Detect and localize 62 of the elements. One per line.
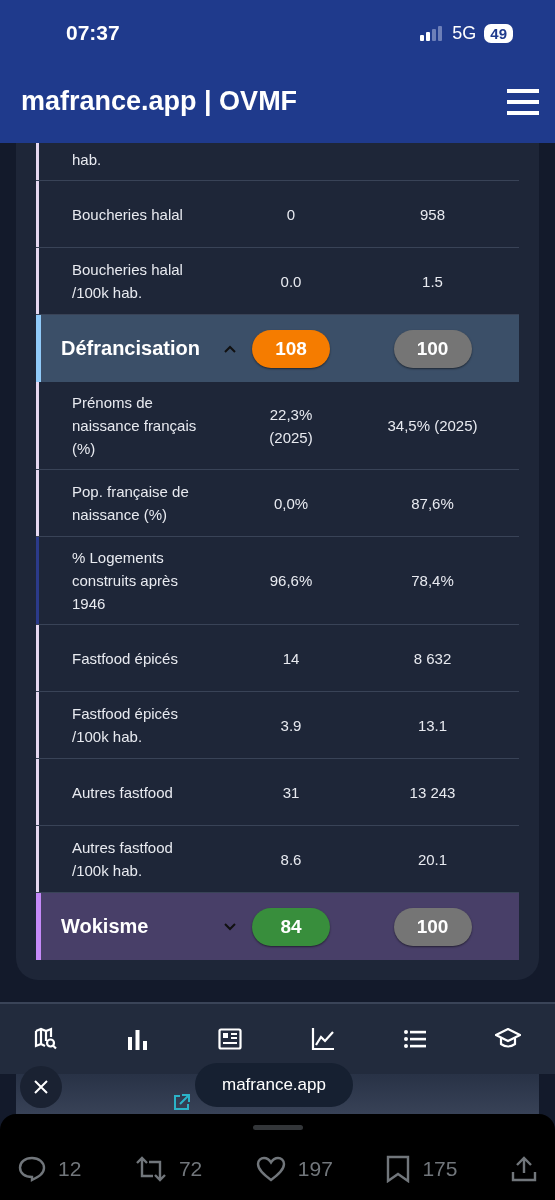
table-cell-text: 22,3% (2025) <box>268 404 314 448</box>
reply-icon[interactable] <box>18 1155 46 1183</box>
indicator-label: Fastfood épicés /100k hab. <box>71 704 179 747</box>
table-cell-text: 8.6 <box>279 849 303 870</box>
bookmark-icon[interactable] <box>386 1155 411 1183</box>
table-cell-text: 0,0% <box>272 493 310 514</box>
category-header[interactable]: Défrancisation 108 100 <box>36 315 519 382</box>
table-cell-text: 34,5% (2025) <box>386 416 479 436</box>
indicator-label: Pop. française de naissance (%) <box>71 482 190 525</box>
table-cell-text: 8 632 <box>412 648 453 669</box>
newspaper-icon[interactable] <box>218 1028 242 1050</box>
bookmark-count: 175 <box>422 1157 458 1181</box>
indicator-label: Autres fastfood <box>71 782 174 803</box>
url-chip[interactable]: mafrance.app <box>195 1063 353 1107</box>
signal-icon <box>420 25 445 41</box>
like-count: 197 <box>297 1157 333 1181</box>
table-cell-text: 0 <box>285 204 297 225</box>
reference-badge: 100 <box>393 907 472 946</box>
share-icon[interactable] <box>511 1155 537 1183</box>
list-icon[interactable] <box>404 1030 426 1048</box>
indicator-label: Fastfood épicés <box>71 648 179 669</box>
category-title: Wokisme <box>61 915 149 938</box>
table-cell-text: 96,6% <box>268 571 314 591</box>
table-cell-text: 958 <box>419 204 446 225</box>
indicator-label: Autres fastfood /100k hab. <box>71 838 174 881</box>
status-time: 07:37 <box>66 21 120 45</box>
menu-icon[interactable] <box>507 88 539 115</box>
bar-chart-icon[interactable] <box>127 1028 149 1050</box>
score-badge: 108 <box>252 329 330 368</box>
table-cell-text: 13 243 <box>408 782 457 803</box>
table-cell-text: 1.5 <box>421 271 444 292</box>
sheet-handle[interactable] <box>252 1125 303 1130</box>
heart-icon[interactable] <box>255 1156 286 1182</box>
reply-count: 12 <box>58 1157 82 1181</box>
table-cell-text: 13.1 <box>416 715 449 736</box>
table-cell-text: 0.0 <box>279 271 303 292</box>
external-link-icon[interactable] <box>173 1094 190 1111</box>
line-chart-icon[interactable] <box>311 1027 335 1051</box>
category-header[interactable]: Wokisme 84 100 <box>36 893 519 960</box>
close-button[interactable] <box>20 1066 62 1108</box>
app-title: mafrance.app | OVMF <box>21 86 298 117</box>
table-cell-text: 3.9 <box>279 715 303 736</box>
category-title: Défrancisation <box>61 337 200 360</box>
repost-icon[interactable] <box>134 1156 167 1182</box>
map-search-icon[interactable] <box>34 1027 58 1051</box>
network-label: 5G <box>452 22 477 44</box>
indicator-label: Prénoms de naissance français (%) <box>71 393 198 459</box>
indicator-label: hab. <box>71 150 103 170</box>
graduation-cap-icon[interactable] <box>495 1028 521 1050</box>
table-cell-text: 14 <box>281 648 301 669</box>
table-cell-text: 87,6% <box>410 493 455 514</box>
indicator-label: Boucheries halal <box>71 204 184 225</box>
indicator-label: Boucheries halal /100k hab. <box>71 260 184 303</box>
score-badge: 84 <box>252 907 330 946</box>
close-icon <box>34 1080 48 1094</box>
table-cell-text: 20.1 <box>416 849 449 870</box>
repost-count: 72 <box>178 1157 203 1181</box>
table-cell-text: 78,4% <box>410 571 455 591</box>
reference-badge: 100 <box>393 329 472 368</box>
table-cell-text: 31 <box>281 782 301 803</box>
indicator-label: % Logements construits après 1946 <box>71 548 179 614</box>
battery-level: 49 <box>484 23 513 43</box>
